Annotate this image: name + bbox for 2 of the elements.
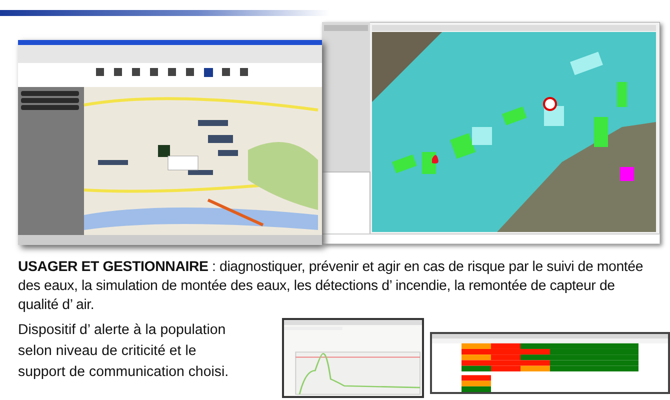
- alert-paragraph: Dispositif d’ alerte à la population selon niveau de criticité et le support de communication choisi.: [18, 320, 230, 382]
- description-paragraph: USAGER ET GESTIONNAIRE : diagnostiquer, prévenir et agir en cas de risque par le suivi de montée des eaux, la simulation de montée des eaux, les détections d’ incendie, la remontée de capteur de qualité d’ air.: [18, 258, 644, 316]
